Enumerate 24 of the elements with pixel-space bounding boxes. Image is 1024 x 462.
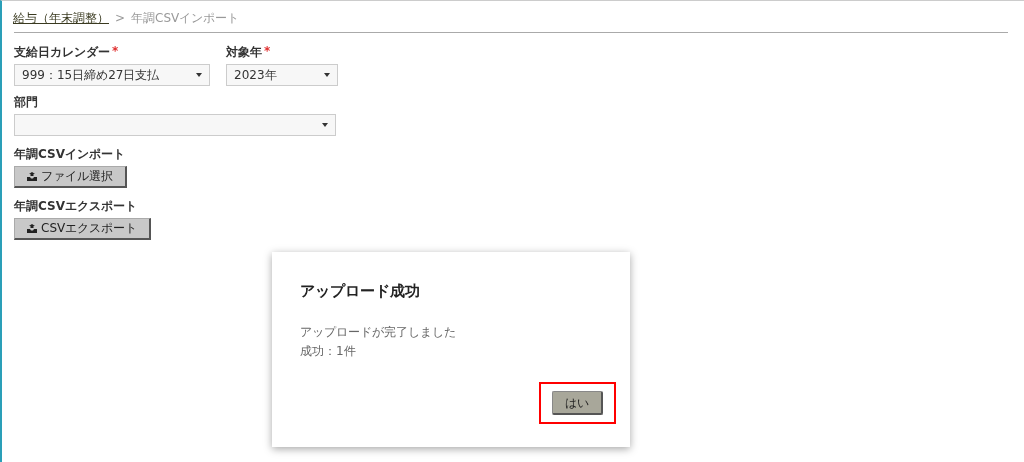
dropdown-caret-icon xyxy=(322,123,328,127)
dialog-message: 成功：1件 xyxy=(300,343,357,360)
dropdown-caret-icon xyxy=(196,73,202,77)
section-label: 年調CSVエクスポート xyxy=(14,198,137,215)
tray-upload-icon xyxy=(27,172,37,181)
breadcrumb-separator: > xyxy=(115,11,126,25)
dialog-message: アップロードが完了しました xyxy=(300,324,457,341)
required-mark: * xyxy=(112,44,119,60)
yes-button[interactable]: はい xyxy=(552,391,603,415)
dropdown-caret-icon xyxy=(324,73,330,77)
upload-button[interactable]: ファイル選択 xyxy=(14,166,127,188)
section-label: 年調CSVインポート xyxy=(14,146,125,163)
select-field[interactable]: 999：15日締め27日支払 xyxy=(14,64,210,86)
breadcrumb-current: 年調CSVインポート xyxy=(131,10,240,27)
select-field[interactable]: 2023年 xyxy=(226,64,338,86)
field-label: 支給日カレンダー xyxy=(14,44,110,61)
breadcrumb-link[interactable]: 給与（年末調整） xyxy=(13,10,109,27)
field-label: 対象年 xyxy=(226,44,262,61)
field-label: 部門 xyxy=(14,94,38,111)
required-mark: * xyxy=(264,44,271,60)
select-field[interactable] xyxy=(14,114,336,136)
tray-upload-icon xyxy=(27,224,37,233)
upload-button[interactable]: CSVエクスポート xyxy=(14,218,152,240)
dialog-title: アップロード成功 xyxy=(300,282,421,301)
